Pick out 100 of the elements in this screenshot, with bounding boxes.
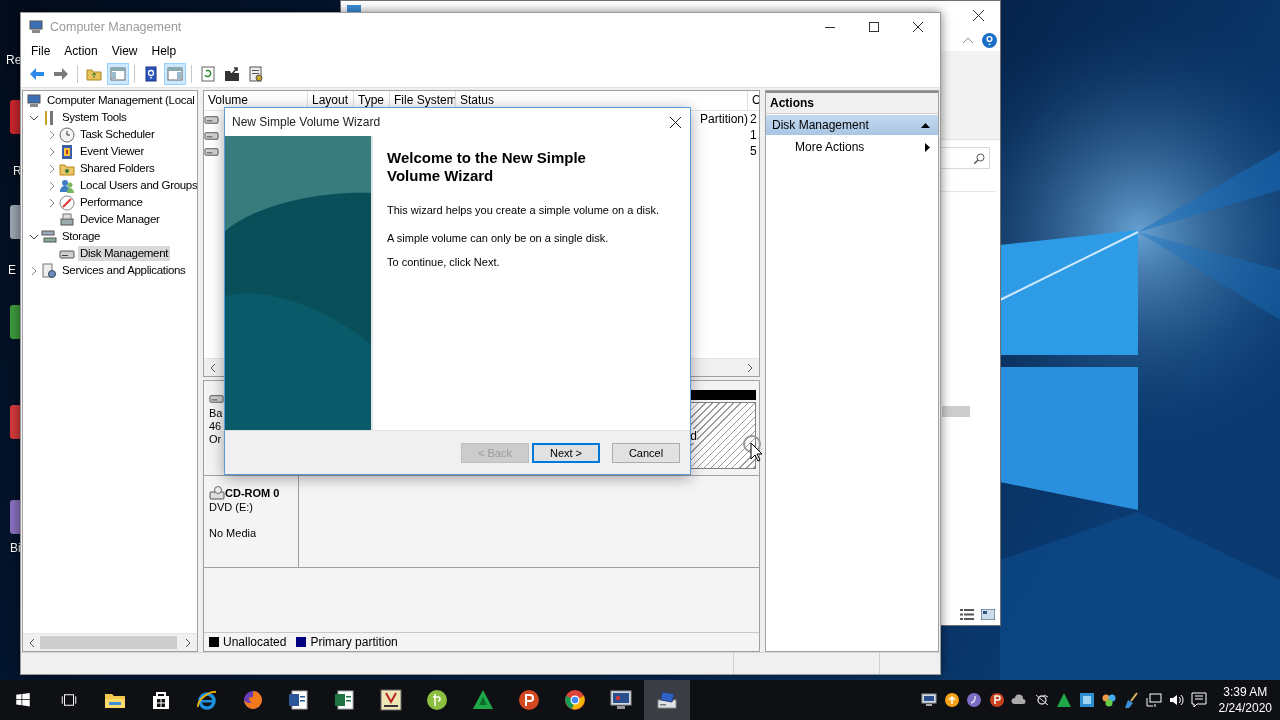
forward-arrow-icon: [53, 66, 69, 82]
clock-time: 3:39 AM: [1223, 684, 1268, 700]
table-cell: 5: [750, 143, 757, 159]
wizard-text: A simple volume can only be on a single disk.: [387, 232, 610, 245]
wizard-button[interactable]: Cancel: [612, 442, 680, 463]
chevron-left-icon: [29, 638, 34, 647]
caret-right-icon: [925, 142, 930, 152]
help-button[interactable]: [982, 32, 997, 48]
computer-icon: [26, 92, 42, 109]
menu-item[interactable]: Action: [57, 42, 105, 60]
tree-item[interactable]: Event Viewer: [78, 144, 146, 159]
log-icon: [59, 143, 75, 160]
clock-icon: [59, 126, 75, 143]
wizard-text: To continue, click Next.: [387, 256, 501, 269]
table-cell: 1: [750, 127, 757, 143]
chevron-up-icon: [963, 37, 973, 43]
back-arrow-icon: [29, 66, 45, 82]
disk-info: Or: [209, 433, 223, 445]
app-icon: [425, 688, 449, 712]
volume-icon: [1168, 692, 1185, 708]
app-icon: [966, 692, 983, 708]
folder-icon: [86, 66, 102, 82]
upload-icon: [943, 692, 960, 708]
desktop-icon-label: Bi: [10, 541, 21, 555]
clock-date: 2/24/2020: [1218, 700, 1272, 716]
wizard-button[interactable]: Next >: [532, 442, 600, 463]
tree-item[interactable]: Storage: [60, 229, 103, 244]
menu-item[interactable]: File: [24, 42, 58, 60]
disk-name: CD-ROM 0: [225, 487, 280, 499]
table-cell: Partition): [699, 111, 748, 127]
disk-info: No Media: [209, 527, 258, 539]
desktop-icon-label: E: [8, 263, 16, 277]
tree-item[interactable]: Computer Management (Local: [45, 93, 197, 108]
collapse-ribbon-button[interactable]: [963, 37, 973, 43]
maximize-icon: [869, 22, 879, 32]
services-icon: [41, 262, 57, 279]
broom-icon: [1123, 692, 1140, 708]
tree-item[interactable]: Services and Applications: [60, 263, 188, 278]
triangle-icon: [471, 688, 495, 712]
tree-item[interactable]: System Tools: [60, 110, 129, 125]
chevron-right-icon: [748, 363, 753, 372]
tree-item[interactable]: Device Manager: [78, 212, 162, 227]
network-icon: [1146, 692, 1163, 708]
chevron-left-icon: [210, 363, 215, 372]
close-icon: [669, 116, 681, 128]
refresh-icon: [200, 66, 216, 82]
pane-icon: [110, 66, 126, 82]
users-icon: [59, 177, 75, 194]
help-book-icon: [143, 66, 159, 82]
notification-button[interactable]: [1190, 692, 1207, 708]
pane-icon: [167, 66, 183, 82]
menu-item[interactable]: View: [104, 42, 145, 60]
app-icon: [379, 688, 403, 712]
tree-item[interactable]: Shared Folders: [78, 161, 157, 176]
actions-header: Actions: [766, 91, 938, 114]
help-icon: [982, 32, 997, 48]
chevron-right-icon: [186, 638, 191, 647]
submenu-item[interactable]: More Actions: [766, 137, 938, 157]
cd-drive-icon: [209, 486, 225, 500]
app-icon: [1078, 692, 1095, 708]
clock[interactable]: 3:39 AM 2/24/2020: [1210, 684, 1280, 716]
desktop-icon-label: Re: [6, 53, 22, 67]
browser-icon: [563, 688, 587, 712]
tiles-view-button[interactable]: [981, 609, 995, 620]
tree-item[interactable]: Task Scheduler: [78, 127, 157, 142]
tree-item[interactable]: Local Users and Groups: [78, 178, 197, 193]
list-icon: [960, 609, 974, 620]
menu-item[interactable]: Help: [144, 42, 184, 60]
legend-label: Primary partition: [310, 635, 398, 649]
export-icon: [224, 66, 240, 82]
document-icon: [287, 688, 311, 712]
search-icon: [974, 152, 985, 164]
computer-icon: [28, 19, 44, 35]
triangle-icon: [1056, 692, 1073, 708]
dialog-title: New Simple Volume Wizard: [232, 115, 382, 129]
browser-icon: [195, 688, 219, 712]
details-view-button[interactable]: [960, 609, 974, 620]
computer-icon: [655, 688, 679, 712]
section-header[interactable]: Disk Management: [766, 115, 938, 135]
wizard-text: This wizard helps you create a simple volume on a disk.: [387, 204, 661, 217]
window-title: Computer Management: [50, 20, 182, 34]
tree-item[interactable]: Disk Management: [78, 246, 171, 261]
browser-icon: [241, 688, 265, 712]
legend-label: Unallocated: [223, 635, 287, 649]
scrollbar-thumb[interactable]: [942, 406, 970, 417]
taskbar-button[interactable]: [644, 680, 690, 720]
spreadsheet-icon: [333, 688, 357, 712]
monitor-icon: [609, 688, 633, 712]
device-icon: [59, 211, 75, 228]
notification-icon: [1190, 692, 1207, 708]
task-view-icon: [60, 691, 78, 709]
tree-item[interactable]: Performance: [78, 195, 145, 210]
satellite-icon: [1033, 692, 1050, 708]
scrollbar-thumb[interactable]: [40, 636, 177, 649]
tiles-icon: [981, 609, 995, 620]
app-icon: [988, 692, 1005, 708]
close-icon: [972, 9, 984, 21]
monitor-icon: [921, 692, 938, 708]
properties-icon: [248, 66, 264, 82]
storage-icon: [41, 228, 57, 245]
